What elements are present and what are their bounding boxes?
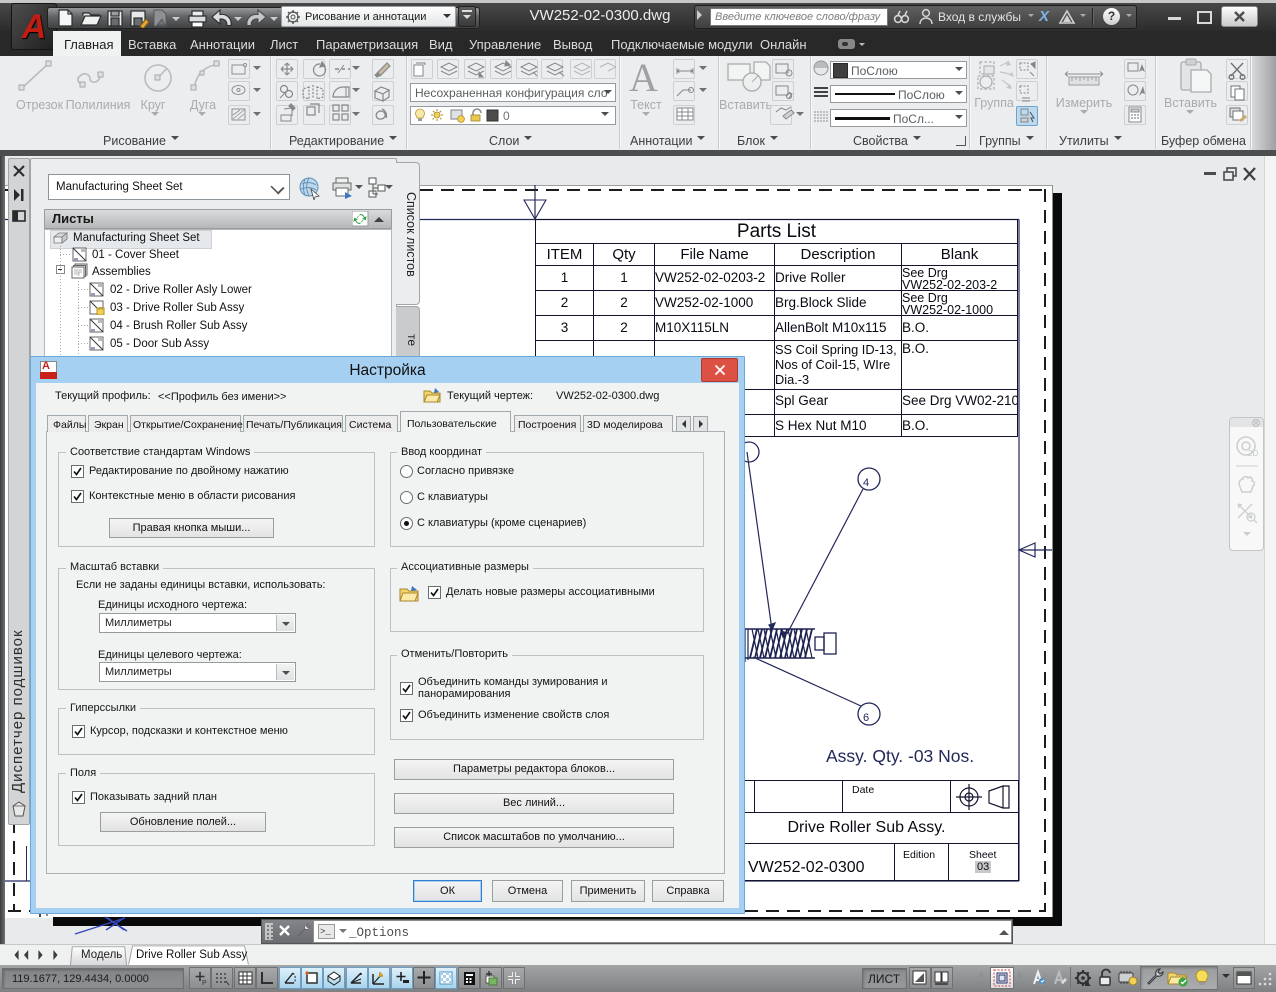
- svg-text:2D: 2D: [1248, 449, 1258, 458]
- svg-text:P: P: [202, 980, 207, 987]
- svg-text:6: 6: [863, 712, 869, 724]
- svg-text:Assy. Qty. -03 Nos.: Assy. Qty. -03 Nos.: [826, 746, 974, 766]
- svg-text:4: 4: [863, 477, 869, 489]
